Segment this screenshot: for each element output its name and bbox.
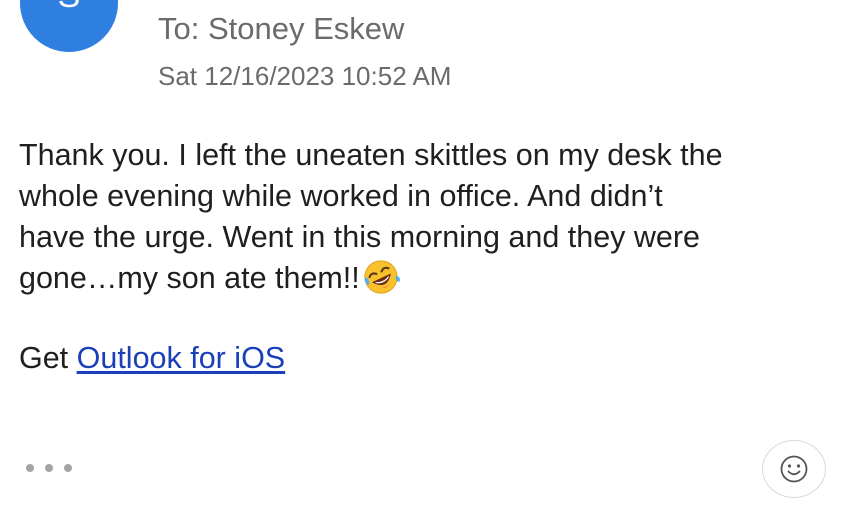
more-horizontal-icon xyxy=(26,464,34,472)
sender-avatar[interactable]: S xyxy=(20,0,118,52)
message-line: whole evening while worked in office. An… xyxy=(19,179,663,213)
message-line-last: gone…my son ate them!! xyxy=(19,258,839,299)
outlook-for-ios-link[interactable]: Outlook for iOS xyxy=(77,341,286,375)
message-line-text: gone…my son ate them!! xyxy=(19,261,360,295)
message-body: Thank you. I left the uneaten skittles o… xyxy=(19,135,839,299)
smiley-icon xyxy=(780,455,808,483)
more-dot xyxy=(64,464,72,472)
avatar-initial: S xyxy=(58,0,81,16)
signature-prefix: Get xyxy=(19,341,77,375)
more-dot xyxy=(45,464,53,472)
email-signature: Get Outlook for iOS xyxy=(19,338,285,379)
message-line: Thank you. I left the uneaten skittles o… xyxy=(19,138,723,172)
rolling-on-floor-laughing-emoji-icon xyxy=(364,260,400,294)
more-options-button[interactable] xyxy=(26,456,72,480)
add-reaction-button[interactable] xyxy=(762,440,826,498)
recipient-line: To: Stoney Eskew xyxy=(158,11,405,46)
message-line: have the urge. Went in this morning and … xyxy=(19,220,700,254)
sent-timestamp: Sat 12/16/2023 10:52 AM xyxy=(158,61,452,91)
